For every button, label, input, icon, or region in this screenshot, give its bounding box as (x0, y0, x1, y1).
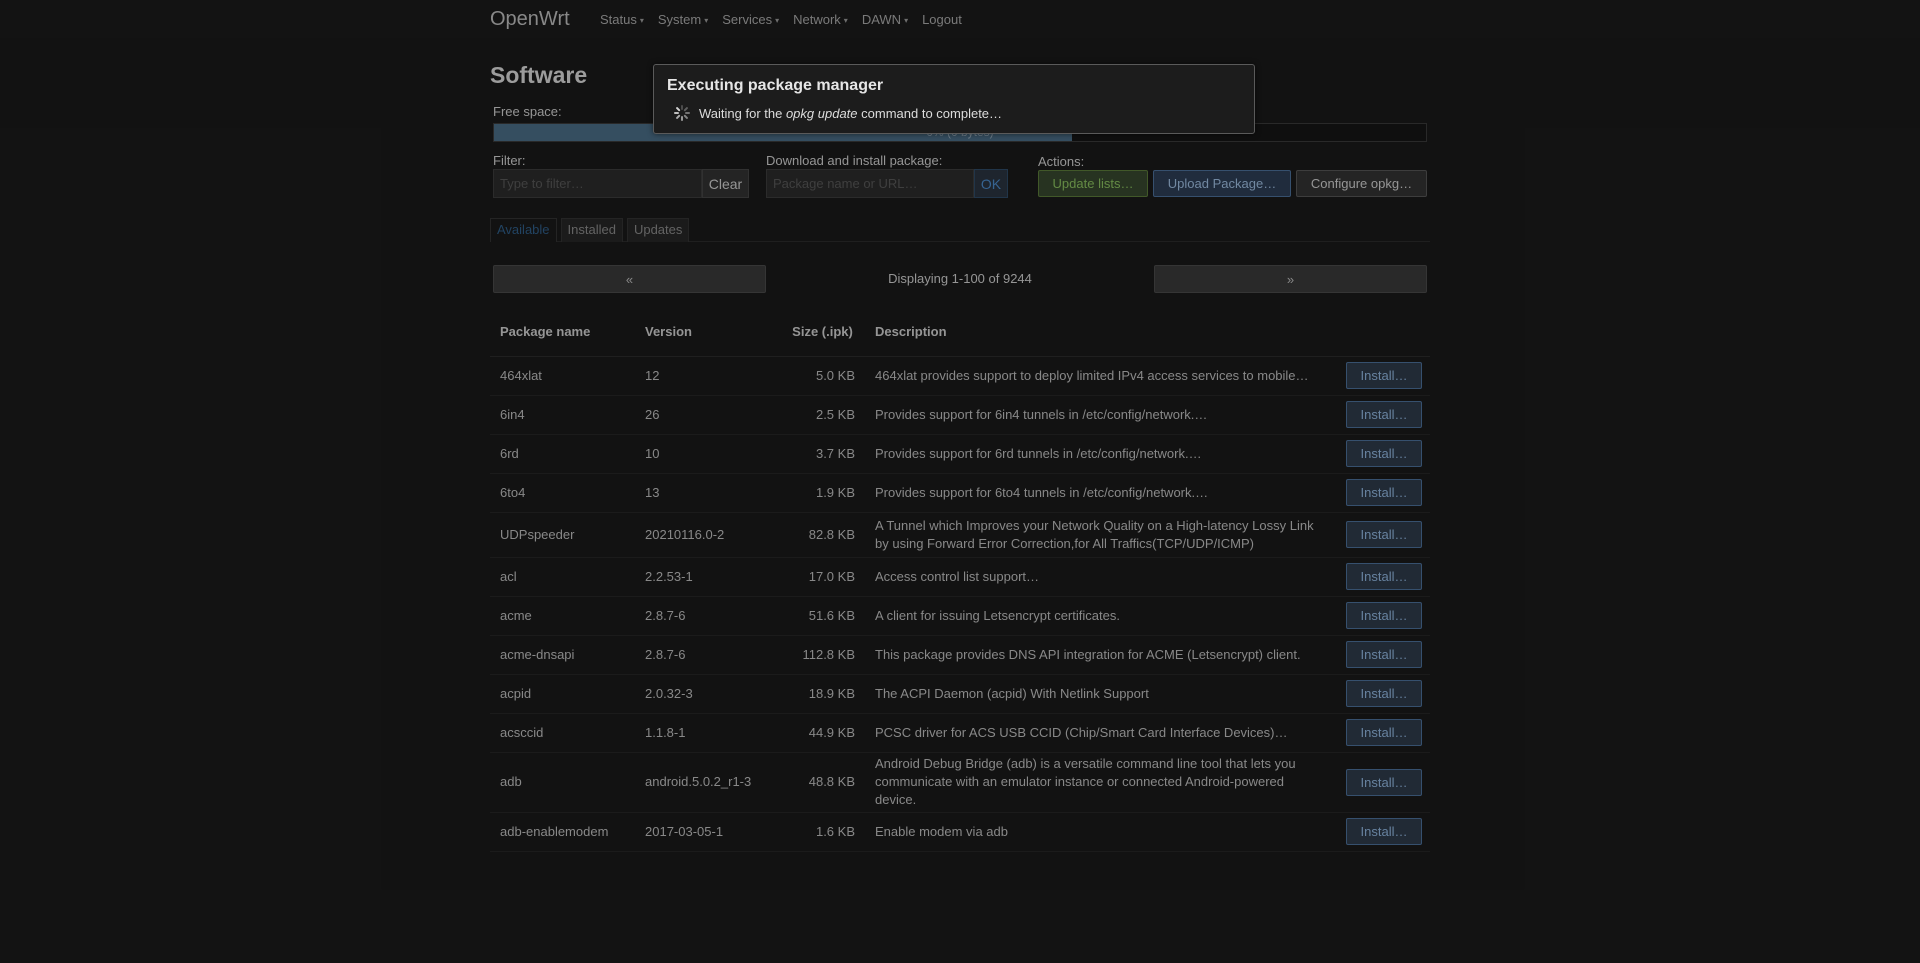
modal-title: Executing package manager (667, 77, 884, 94)
modal-message-prefix: Waiting for the (699, 105, 786, 121)
modal-message: Waiting for the opkg update command to c… (674, 105, 1002, 121)
modal-message-suffix: command to complete… (857, 105, 1003, 121)
modal-command: opkg update (785, 105, 858, 121)
package-manager-modal: Executing package manager Waiting for th… (653, 64, 1255, 134)
modal-backdrop (0, 0, 1920, 963)
spinner-icon (674, 105, 690, 121)
